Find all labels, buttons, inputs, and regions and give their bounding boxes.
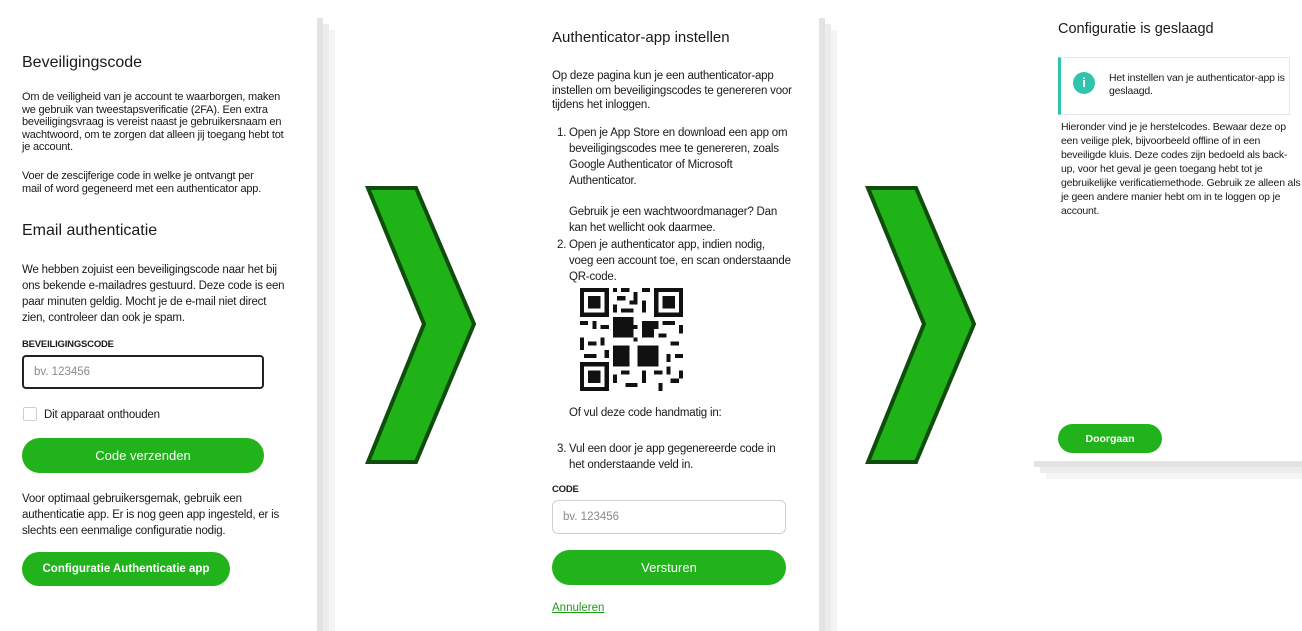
code-input[interactable] [552,500,786,534]
cancel-link[interactable]: Annuleren [552,602,604,614]
success-alert: i Het instellen van je authenticator-app… [1058,57,1290,115]
manual-code-text: Of vul deze code handmatig in: [569,407,722,419]
code-input[interactable] [22,355,264,389]
send-code-button[interactable]: Code verzenden [22,438,264,473]
code-label: CODE [552,484,579,495]
section-title: Email authenticatie [22,222,158,239]
step-2: 2. Open je authenticator app, indien nodi… [557,239,791,283]
step-1-note: Gebruik je een wachtwoordmanager? Dan ka… [569,206,778,234]
info-icon: i [1073,72,1095,94]
page-title: Authenticator-app instellen [552,29,730,46]
page-title: Beveiligingscode [22,54,143,71]
code-label: BEVEILIGINGSCODE [22,339,114,350]
success-alert-text: Het instellen van je authenticator-app i… [1109,72,1285,97]
remember-label: Dit apparaat onthouden [44,409,160,421]
intro-text-2: Voer de zescijferige code in welke je on… [22,170,262,195]
qr-code-icon [580,288,683,391]
intro-text: Op deze pagina kun je een authenticator-… [552,70,792,111]
email-info-text: We hebben zojuist een beveiligingscode n… [22,264,285,324]
remember-checkbox[interactable] [23,407,37,421]
step-1: 1. Open je App Store en download een app … [557,127,788,187]
authenticator-setup-panel: Authenticator-app instellen Op deze pagi… [518,12,819,631]
submit-button[interactable]: Versturen [552,550,786,585]
continue-button[interactable]: Doorgaan [1058,424,1162,453]
config-app-button[interactable]: Configuratie Authenticatie app [22,552,230,586]
next-step-arrow-icon [365,186,477,464]
recovery-info-text: Hieronder vind je je herstelcodes. Bewaa… [1061,121,1301,217]
security-code-panel: Beveiligingscode Om de veiligheid van je… [8,12,317,631]
page-title: Configuratie is geslaagd [1058,21,1214,37]
intro-text: Om de veiligheid van je account te waarb… [22,91,284,153]
next-step-arrow-icon [865,186,977,464]
app-info-text: Voor optimaal gebruikersgemak, gebruik e… [22,493,280,537]
step-3: 3. Vul een door je app gegenereerde code … [557,443,776,471]
